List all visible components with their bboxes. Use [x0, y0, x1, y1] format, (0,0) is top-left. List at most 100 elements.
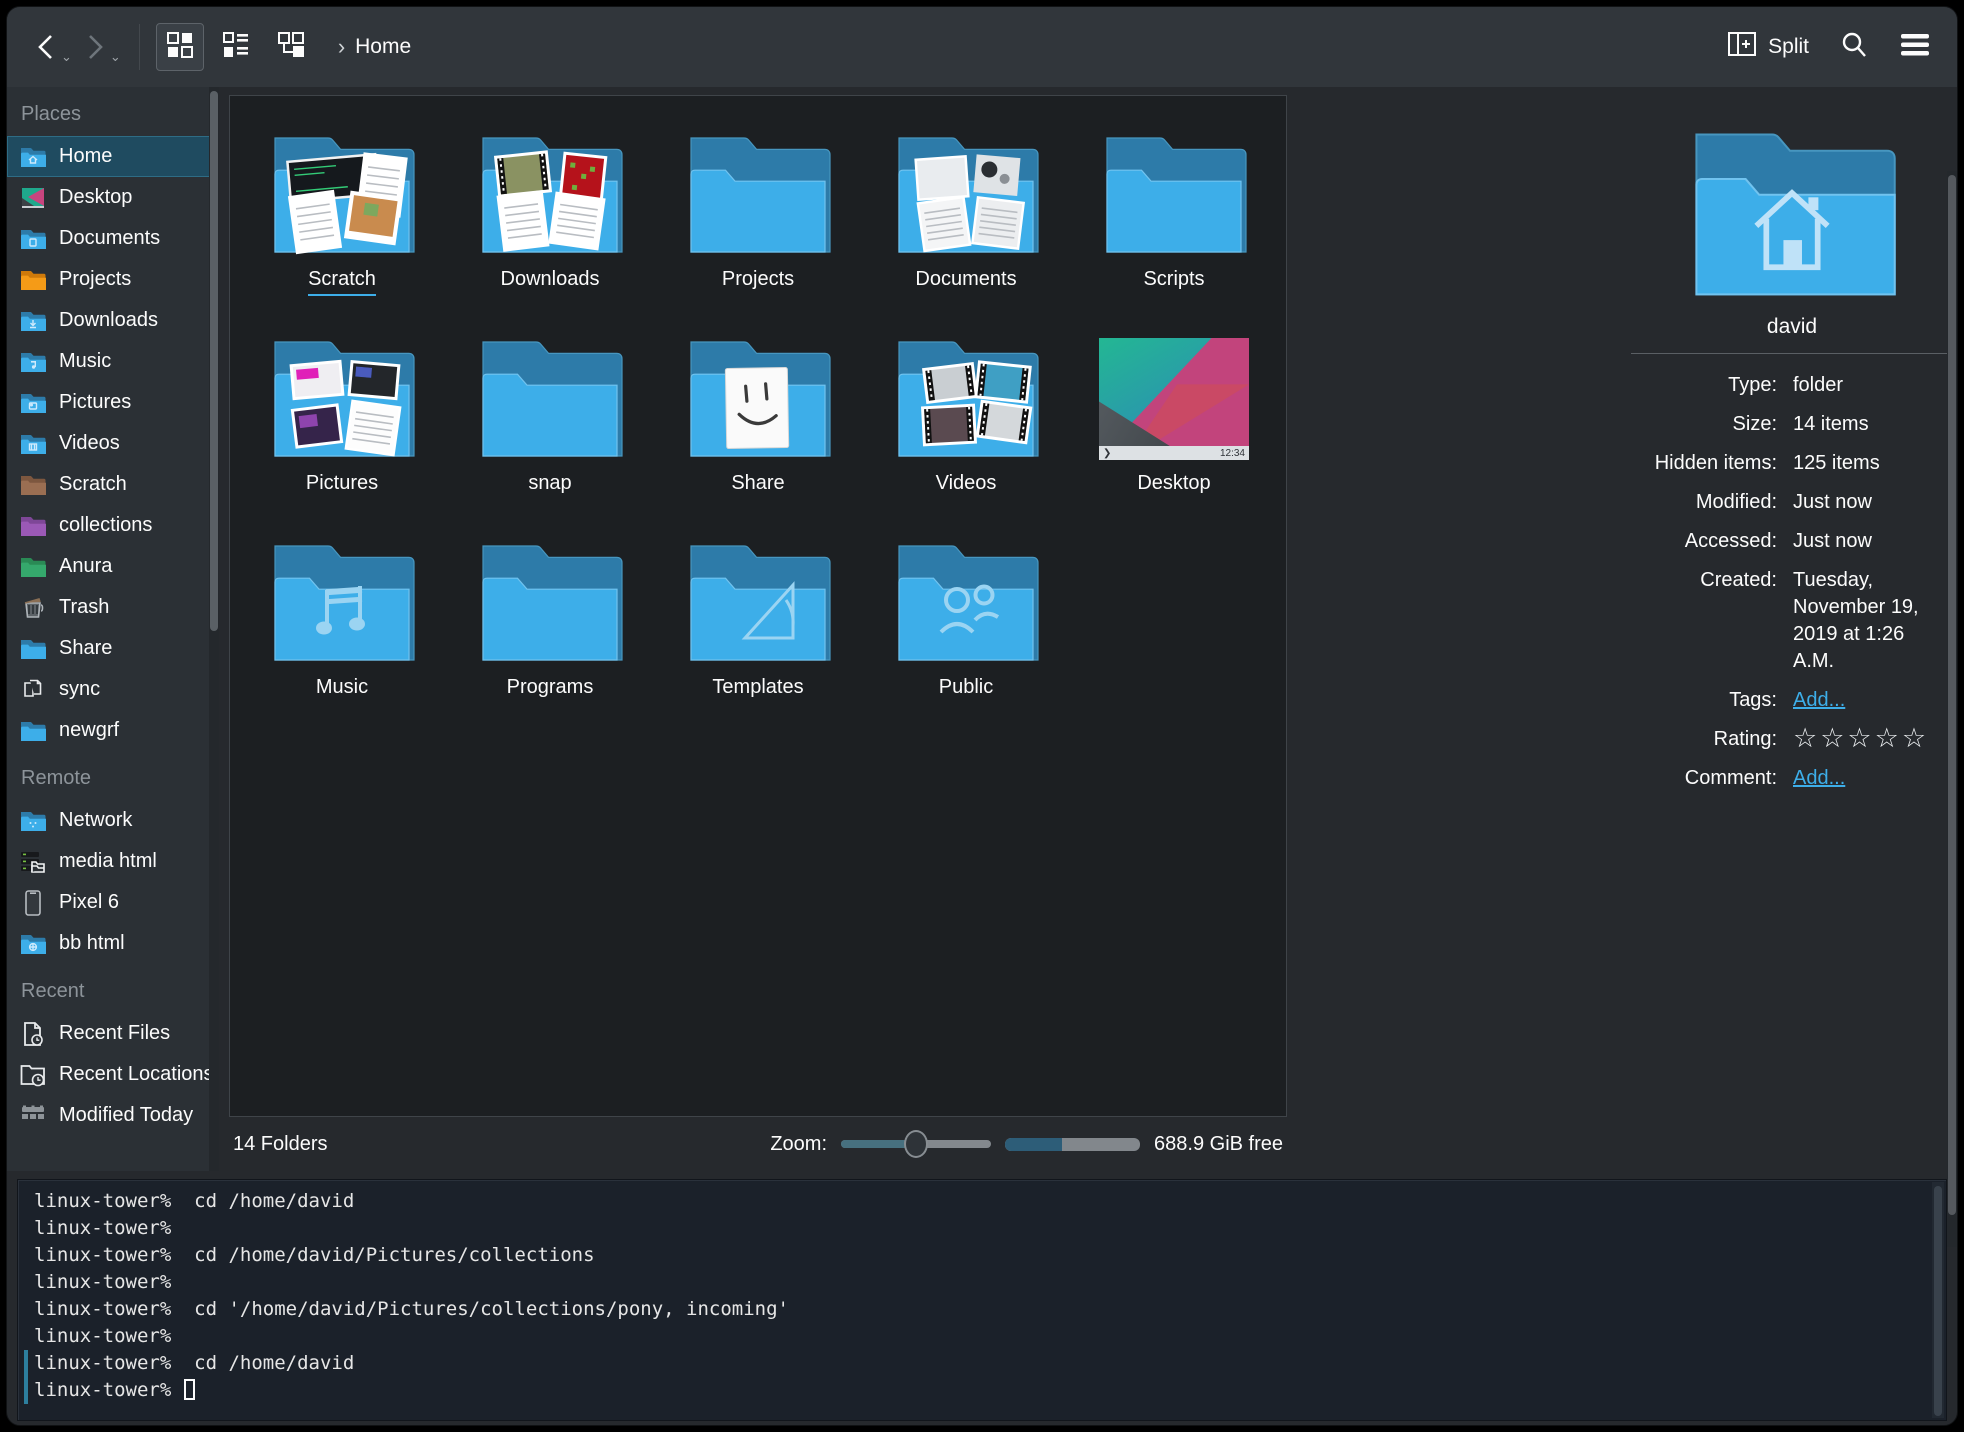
folder-view: Scratch Downloads Projects Documents Scr…: [229, 95, 1287, 1117]
folder-scratch[interactable]: Scratch: [238, 122, 446, 326]
info-rows: Type:folderSize:14 itemsHidden items:125…: [1627, 372, 1957, 792]
sidebar-item-anura[interactable]: Anura: [7, 546, 219, 587]
sidebar-item-label: Projects: [59, 268, 131, 291]
folder-scripts[interactable]: Scripts: [1070, 122, 1278, 326]
sidebar-item-bb-html[interactable]: bb html: [7, 923, 219, 964]
sidebar-item-videos[interactable]: Videos: [7, 423, 219, 464]
folder-icon: [475, 130, 625, 258]
add-link[interactable]: Add...: [1793, 765, 1938, 792]
folder-public[interactable]: Public: [862, 530, 1070, 734]
info-value: 125 items: [1793, 450, 1938, 477]
sidebar-item-recent-files[interactable]: Recent Files: [7, 1013, 219, 1054]
folder-templates[interactable]: Templates: [654, 530, 862, 734]
folder-snap[interactable]: snap: [446, 326, 654, 530]
sidebar-item-downloads[interactable]: Downloads: [7, 300, 219, 341]
folder-label: Documents: [915, 268, 1016, 291]
disk-capacity-fill: [1005, 1138, 1062, 1151]
split-button[interactable]: Split: [1726, 29, 1809, 65]
folder-label: Projects: [722, 268, 794, 291]
sidebar-item-sync[interactable]: sync: [7, 669, 219, 710]
sidebar-item-newgrf[interactable]: newgrf: [7, 710, 219, 751]
sidebar-item-pixel-6[interactable]: Pixel 6: [7, 882, 219, 923]
info-value: Just now: [1793, 528, 1938, 555]
free-space: 688.9 GiB free: [1154, 1133, 1283, 1156]
sidebar-item-scratch[interactable]: Scratch: [7, 464, 219, 505]
sidebar-item-desktop[interactable]: Desktop: [7, 177, 219, 218]
folder-icon: [267, 538, 417, 666]
folder-label: Templates: [712, 676, 803, 699]
info-label: Created:: [1627, 567, 1777, 675]
info-value: Tuesday, November 19, 2019 at 1:26 A.M.: [1793, 567, 1938, 675]
sidebar-item-modified-today[interactable]: Modified Today: [7, 1095, 219, 1136]
folder-projects[interactable]: Projects: [654, 122, 862, 326]
folder-desktop[interactable]: ❯12:34Desktop: [1070, 326, 1278, 530]
folder-downloads-icon: [20, 310, 46, 332]
terminal-line: linux-tower%: [24, 1215, 1946, 1242]
hamburger-menu-button[interactable]: [1899, 32, 1931, 63]
terminal-line: linux-tower% cd '/home/david/Pictures/co…: [24, 1296, 1946, 1323]
sidebar-item-label: Documents: [59, 227, 160, 250]
back-dropdown-caret[interactable]: ⌄: [61, 52, 72, 62]
search-button[interactable]: [1839, 30, 1869, 65]
sidebar-item-label: Pictures: [59, 391, 131, 414]
terminal-line: linux-tower% cd /home/david/Pictures/col…: [24, 1242, 1946, 1269]
folder-music-icon: [20, 351, 46, 373]
info-row-tags: Tags:Add...: [1627, 687, 1947, 714]
info-row-created: Created:Tuesday, November 19, 2019 at 1:…: [1627, 567, 1947, 675]
taskbar-launcher-dot: ❯: [1103, 448, 1111, 459]
sidebar-item-collections[interactable]: collections: [7, 505, 219, 546]
sidebar-item-documents[interactable]: Documents: [7, 218, 219, 259]
split-label: Split: [1768, 35, 1809, 59]
info-label: Comment:: [1627, 765, 1777, 792]
folder-videos[interactable]: Videos: [862, 326, 1070, 530]
folder-label: Scratch: [308, 268, 376, 296]
breadcrumb[interactable]: Home: [355, 35, 411, 59]
folder-icon: [683, 130, 833, 258]
forward-button[interactable]: ⌄: [82, 32, 121, 62]
folder-label: Videos: [936, 472, 997, 495]
folder-pictures[interactable]: Pictures: [238, 326, 446, 530]
folder-programs[interactable]: Programs: [446, 530, 654, 734]
information-panel: david Type:folderSize:14 itemsHidden ite…: [1627, 87, 1957, 1171]
sidebar-item-pictures[interactable]: Pictures: [7, 382, 219, 423]
folder-documents[interactable]: Documents: [862, 122, 1070, 326]
info-row-accessed: Accessed:Just now: [1627, 528, 1947, 555]
sidebar-item-label: newgrf: [59, 719, 119, 742]
sidebar-item-network[interactable]: Network: [7, 800, 219, 841]
zoom-slider[interactable]: [841, 1140, 991, 1148]
zoom-slider-thumb[interactable]: [904, 1130, 928, 1158]
folder-clock-icon: [20, 1064, 46, 1086]
folder-music[interactable]: Music: [238, 530, 446, 734]
sidebar-item-media-html[interactable]: media html: [7, 841, 219, 882]
tree-view-button[interactable]: [268, 23, 316, 71]
sidebar-item-recent-locations[interactable]: Recent Locations: [7, 1054, 219, 1095]
details-view-button[interactable]: [212, 23, 260, 71]
forward-dropdown-caret[interactable]: ⌄: [110, 52, 121, 62]
folder-icon: [891, 538, 1041, 666]
info-scrollbar-thumb[interactable]: [1948, 175, 1956, 1215]
info-value: Just now: [1793, 489, 1938, 516]
folder-purple-icon: [20, 515, 46, 537]
sidebar-scrollbar-thumb[interactable]: [210, 91, 218, 631]
sidebar-item-home[interactable]: Home: [7, 136, 219, 177]
icons-view-button[interactable]: [156, 23, 204, 71]
sidebar-item-music[interactable]: Music: [7, 341, 219, 382]
terminal-line: linux-tower%: [24, 1269, 1946, 1296]
sidebar-item-label: Modified Today: [59, 1104, 193, 1127]
section-title-places: Places: [21, 103, 219, 126]
info-row-modified: Modified:Just now: [1627, 489, 1947, 516]
sidebar-item-share[interactable]: Share: [7, 628, 219, 669]
terminal-scrollbar-thumb[interactable]: [1934, 1186, 1942, 1416]
rating-stars[interactable]: ☆☆☆☆☆: [1793, 726, 1938, 753]
section-title-remote: Remote: [21, 767, 219, 790]
icons-view-icon: [165, 30, 195, 65]
terminal-scrollbar-track[interactable]: [1932, 1182, 1944, 1418]
add-link[interactable]: Add...: [1793, 687, 1938, 714]
back-button[interactable]: ⌄: [33, 32, 72, 62]
sidebar-item-trash[interactable]: Trash: [7, 587, 219, 628]
sidebar-item-projects[interactable]: Projects: [7, 259, 219, 300]
folder-share[interactable]: Share: [654, 326, 862, 530]
terminal-panel[interactable]: linux-tower% cd /home/davidlinux-tower%l…: [17, 1179, 1947, 1421]
folder-downloads[interactable]: Downloads: [446, 122, 654, 326]
terminal-text: linux-tower% cd /home/david/Pictures/col…: [34, 1244, 595, 1266]
